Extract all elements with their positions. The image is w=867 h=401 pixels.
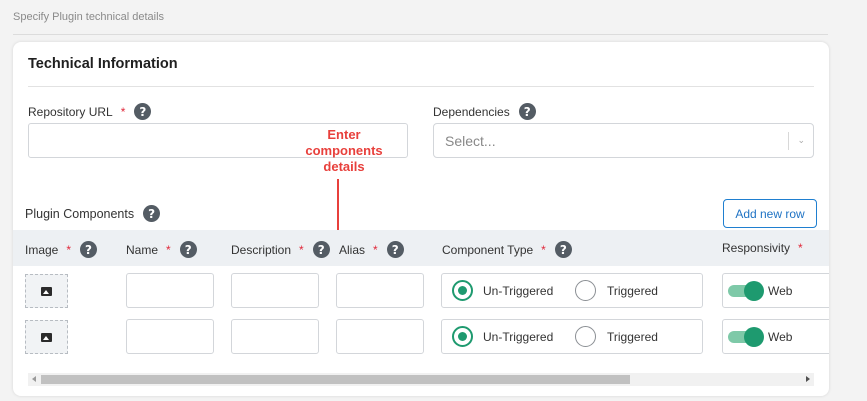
required-marker: * xyxy=(541,242,546,257)
page-subtitle: Specify Plugin technical details xyxy=(13,11,165,23)
name-input[interactable] xyxy=(126,319,214,354)
responsivity-cell: Web xyxy=(722,319,829,354)
dependencies-label: Dependencies xyxy=(433,104,510,119)
radio-label: Triggered xyxy=(607,330,658,344)
annotation-line-1: Enter xyxy=(327,127,361,142)
image-upload-cell[interactable] xyxy=(25,320,68,354)
repository-url-label-group: Repository URL * ? xyxy=(28,103,152,120)
subtitle-divider xyxy=(13,34,828,35)
radio-label: Triggered xyxy=(607,284,658,298)
radio-label: Un-Triggered xyxy=(483,330,554,344)
name-input[interactable] xyxy=(126,273,214,308)
toggle-label: Web xyxy=(768,330,793,344)
column-header-description: Description * ? xyxy=(231,241,330,258)
scrollbar-thumb[interactable] xyxy=(41,375,630,384)
help-icon[interactable]: ? xyxy=(554,241,572,258)
column-label: Name xyxy=(126,242,159,257)
add-new-row-button[interactable]: Add new row xyxy=(723,199,817,228)
column-label: Description xyxy=(231,242,292,257)
alias-input[interactable] xyxy=(336,319,424,354)
component-type-radio-group: Un-Triggered Triggered xyxy=(441,319,703,354)
column-label: Alias xyxy=(339,242,366,257)
image-icon xyxy=(41,332,52,342)
column-label: Image xyxy=(25,242,59,257)
select-separator xyxy=(788,132,789,150)
technical-information-card: Technical Information Repository URL * ?… xyxy=(13,42,829,396)
required-marker: * xyxy=(120,104,126,119)
column-header-component-type: Component Type * ? xyxy=(442,241,572,258)
dependencies-label-group: Dependencies ? xyxy=(433,103,536,120)
radio-un-triggered[interactable] xyxy=(452,280,473,301)
help-icon[interactable]: ? xyxy=(518,103,536,120)
required-marker: * xyxy=(66,242,72,257)
description-input[interactable] xyxy=(231,273,319,308)
column-header-alias: Alias * ? xyxy=(339,241,404,258)
help-icon[interactable]: ? xyxy=(312,241,330,258)
required-marker: * xyxy=(166,242,171,257)
title-divider xyxy=(28,86,814,87)
description-input[interactable] xyxy=(231,319,319,354)
horizontal-scrollbar[interactable] xyxy=(28,373,814,386)
help-icon[interactable]: ? xyxy=(80,241,98,258)
repository-url-label: Repository URL xyxy=(28,104,113,119)
toggle-knob[interactable] xyxy=(744,281,764,301)
toggle-label: Web xyxy=(768,284,793,298)
column-header-name: Name * ? xyxy=(126,241,197,258)
radio-label: Un-Triggered xyxy=(483,284,554,298)
annotation-line-3: details xyxy=(323,159,365,174)
column-label: Responsivity xyxy=(722,241,791,255)
dependencies-placeholder: Select... xyxy=(445,133,496,149)
column-header-image: Image * ? xyxy=(25,241,98,258)
annotation-line-2: components xyxy=(305,143,383,158)
help-icon[interactable]: ? xyxy=(179,241,197,258)
responsivity-cell: Web xyxy=(722,273,829,308)
image-upload-cell[interactable] xyxy=(25,274,68,308)
required-marker: * xyxy=(798,241,803,255)
toggle-knob[interactable] xyxy=(744,327,764,347)
scroll-left-icon[interactable] xyxy=(32,376,36,382)
plugin-components-title: Plugin Components xyxy=(25,206,135,221)
radio-triggered[interactable] xyxy=(575,326,596,347)
image-icon xyxy=(41,286,52,296)
chevron-down-icon[interactable]: ⌄ xyxy=(797,135,805,146)
help-icon[interactable]: ? xyxy=(143,205,161,222)
column-label: Component Type xyxy=(442,242,534,257)
card-title: Technical Information xyxy=(28,56,178,72)
radio-un-triggered[interactable] xyxy=(452,326,473,347)
alias-input[interactable] xyxy=(336,273,424,308)
required-marker: * xyxy=(299,242,304,257)
scroll-right-icon[interactable] xyxy=(806,376,810,382)
required-marker: * xyxy=(373,242,378,257)
radio-triggered[interactable] xyxy=(575,280,596,301)
help-icon[interactable]: ? xyxy=(386,241,404,258)
help-icon[interactable]: ? xyxy=(134,103,152,120)
annotation-callout: Enter components details xyxy=(285,127,403,175)
table-header: Image * ? Name * ? Description * ? Alias… xyxy=(13,230,829,266)
column-header-responsivity: Responsivity * xyxy=(722,241,803,255)
component-type-radio-group: Un-Triggered Triggered xyxy=(441,273,703,308)
plugin-components-label-group: Plugin Components ? xyxy=(25,205,161,222)
dependencies-select[interactable]: Select... ⌄ xyxy=(433,123,814,158)
